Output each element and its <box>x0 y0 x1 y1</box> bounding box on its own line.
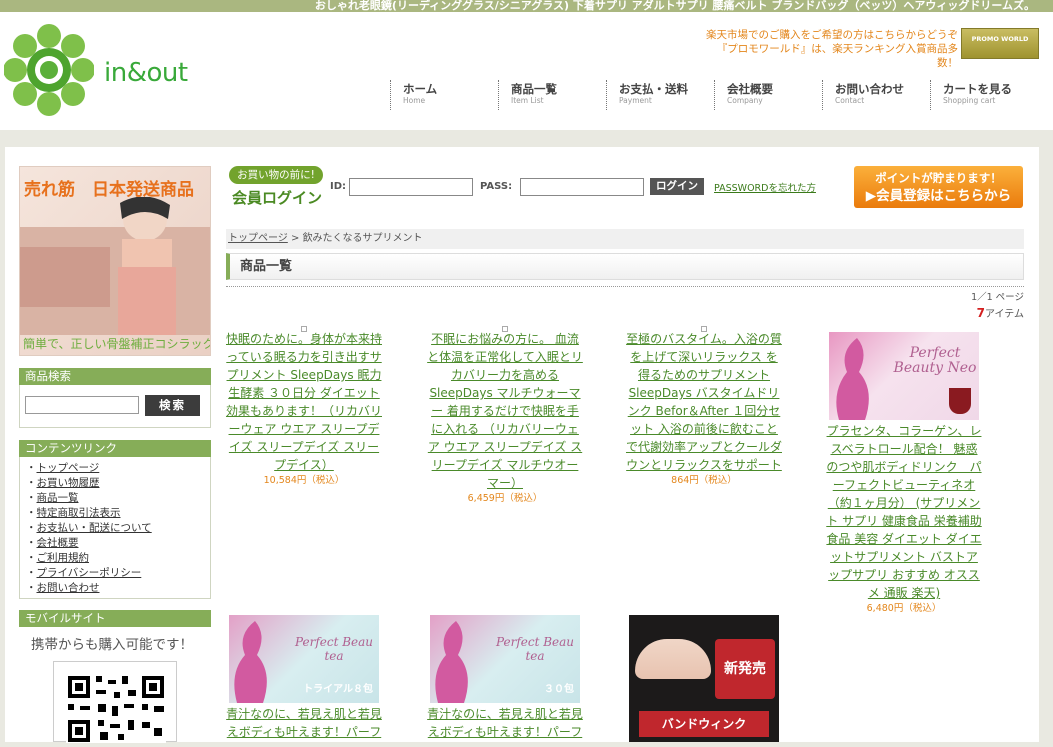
breadcrumb-home-link[interactable]: トップページ <box>228 233 288 244</box>
product-image[interactable]: Perfect Beauty Neo <box>829 332 979 420</box>
product-price: 10,584円（税込） <box>263 475 345 486</box>
rakuten-promo-text[interactable]: 楽天市場でのご購入をご希望の方はこちらからどうぞ 『プロモワールド』は、楽天ラン… <box>696 28 958 70</box>
product-title-link[interactable]: 青汁なのに、若見え肌と若見えボディも叶えます！パーフ <box>225 705 383 741</box>
product-image[interactable]: Perfect Beau tea トライアル８包 <box>229 615 379 703</box>
item-list-heading: 商品一覧 <box>226 253 1024 280</box>
link-company[interactable]: ・会社概要 <box>26 536 152 551</box>
links-section-title: コンテンツリンク <box>19 440 211 457</box>
site-logo-text[interactable]: in&out <box>104 58 188 88</box>
pass-label: PASS: <box>480 181 513 192</box>
global-nav: ホーム Home 商品一覧 Item List お支払・送料 Payment 会社概要… <box>390 80 1038 110</box>
id-input[interactable] <box>349 178 473 196</box>
top-banner-text: おしゃれ老眼鏡(リーディンググラス/シニアグラス) 下着サプリ アダルトサプリ … <box>0 0 1053 12</box>
search-input[interactable] <box>25 396 139 414</box>
link-terms[interactable]: ・ご利用規約 <box>26 551 152 566</box>
mobile-text: 携帯からも購入可能です！ <box>31 637 193 653</box>
product-image[interactable]: Perfect Beau tea ３０包 <box>430 615 580 703</box>
product-card[interactable]: Perfect Beau tea ３０包 青汁なのに、若見え肌と若見えボディも叶… <box>426 615 584 741</box>
nav-contact[interactable]: お問い合わせ Contact <box>822 80 930 110</box>
product-image[interactable]: 新発売 バンドウィンク <box>629 615 779 742</box>
product-card[interactable]: Perfect Beau tea トライアル８包 青汁なのに、若見え肌と若見えボ… <box>225 615 383 741</box>
site-header: in&out 楽天市場でのご購入をご希望の方はこちらからどうぞ 『プロモワールド… <box>0 12 1053 130</box>
banner-photo <box>20 197 210 335</box>
qr-code <box>53 661 177 743</box>
breadcrumb-current: 飲みたくなるサプリメント <box>302 233 423 244</box>
link-history[interactable]: ・お買い物履歴 <box>26 476 152 491</box>
search-section-title: 商品検索 <box>19 368 211 385</box>
member-login-title: 会員ログイン <box>232 189 323 207</box>
nav-cart[interactable]: カートを見る Shopping cart <box>930 80 1038 110</box>
product-title-link[interactable]: 快眠のために。身体が本来持っている眠る力を引き出すサプリメント SleepDay… <box>225 330 383 474</box>
password-input[interactable] <box>520 178 644 196</box>
login-button[interactable]: ログイン <box>650 178 704 195</box>
wine-glass-icon <box>949 388 971 414</box>
item-count: 7アイテム <box>976 306 1024 320</box>
id-label: ID: <box>330 181 347 192</box>
search-button[interactable]: 検索 <box>145 395 200 416</box>
nav-payment[interactable]: お支払・送料 Payment <box>606 80 714 110</box>
link-law[interactable]: ・特定商取引法表示 <box>26 506 152 521</box>
product-price: 6,480円（税込） <box>866 603 942 614</box>
product-price: 864円（税込） <box>671 475 737 486</box>
promo-world-banner[interactable]: PROMO WORLD <box>961 28 1039 59</box>
link-payment[interactable]: ・お支払い・配送について <box>26 521 152 536</box>
page-indicator: 1／1 ページ <box>971 292 1024 303</box>
site-logo[interactable] <box>3 22 95 118</box>
product-title-link[interactable]: 青汁なのに、若見え肌と若見えボディも叶えます！パーフ <box>426 705 584 741</box>
product-card[interactable]: 新発売 バンドウィンク <box>625 615 783 744</box>
product-title-link[interactable]: 不眠にお悩みの方に。 血流と体温を正常化して入眠とリカバリー力を高める Slee… <box>426 330 584 492</box>
product-card[interactable]: Perfect Beauty Neo プラセンタ、コラーゲン、レスベラトロール配… <box>825 332 983 616</box>
link-top[interactable]: ・トップページ <box>26 461 152 476</box>
mobile-section-title: モバイルサイト <box>19 610 211 627</box>
link-items[interactable]: ・商品一覧 <box>26 491 152 506</box>
product-title-link[interactable]: プラセンタ、コラーゲン、レスベラトロール配合！ 魅惑のつや肌ボディドリンク パー… <box>825 422 983 602</box>
product-card[interactable]: 至極のバスタイム。入浴の質を上げて深いリラックス を得るためのサプリメント Sl… <box>625 326 783 488</box>
link-privacy[interactable]: ・プライバシーポリシー <box>26 566 152 581</box>
nav-company[interactable]: 会社概要 Company <box>714 80 822 110</box>
register-button[interactable]: ポイントが貯まります！ ▶会員登録はこちらから <box>854 166 1023 208</box>
product-price: 6,459円（税込） <box>467 493 543 504</box>
nav-home[interactable]: ホーム Home <box>390 80 498 110</box>
divider <box>226 286 1024 287</box>
link-contact[interactable]: ・お問い合わせ <box>26 581 152 596</box>
shopping-notice-badge: お買い物の前に! <box>229 166 323 184</box>
content-links: ・トップページ ・お買い物履歴 ・商品一覧 ・特定商取引法表示 ・お支払い・配送… <box>26 461 152 596</box>
nav-item-list[interactable]: 商品一覧 Item List <box>498 80 606 110</box>
product-title-link[interactable]: 至極のバスタイム。入浴の質を上げて深いリラックス を得るためのサプリメント Sl… <box>625 330 783 474</box>
product-card[interactable]: 快眠のために。身体が本来持っている眠る力を引き出すサプリメント SleepDay… <box>225 326 383 488</box>
best-seller-banner[interactable]: 売れ筋 日本発送商品 簡単で、正しい骨盤補正コシラック <box>19 166 211 356</box>
product-card[interactable]: 不眠にお悩みの方に。 血流と体温を正常化して入眠とリカバリー力を高める Slee… <box>426 326 584 506</box>
breadcrumb: トップページ > 飲みたくなるサプリメント <box>226 229 1024 249</box>
banner-subtitle: 簡単で、正しい骨盤補正コシラック <box>23 337 211 351</box>
forgot-password-link[interactable]: PASSWORDを忘れた方 <box>714 180 816 194</box>
